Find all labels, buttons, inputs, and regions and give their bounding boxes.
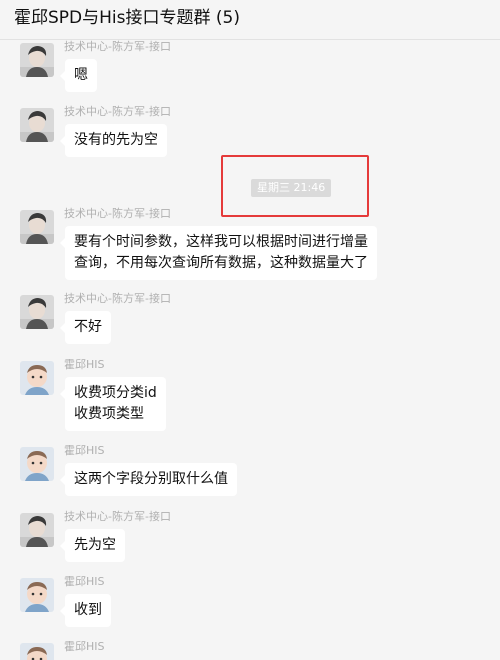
sender-name: 技术中心-陈方军-接口: [64, 207, 171, 220]
sender-name: 技术中心-陈方军-接口: [64, 510, 171, 523]
person-photo-avatar[interactable]: [20, 210, 54, 244]
baby-photo-avatar[interactable]: [20, 643, 54, 660]
message-bubble[interactable]: 这两个字段分别取什么值: [60, 463, 237, 496]
chat-header: 霍邱SPD与His接口专题群 (5): [0, 0, 500, 40]
message-bubble[interactable]: 先为空: [60, 529, 125, 562]
message-bubble[interactable]: 收到: [60, 594, 111, 627]
message-bubble[interactable]: 没有的先为空: [60, 124, 167, 157]
person-photo-avatar[interactable]: [20, 108, 54, 142]
person-photo-avatar[interactable]: [20, 295, 54, 329]
highlight-annotation: [221, 155, 369, 217]
sender-name: 霍邱HIS: [64, 444, 105, 457]
baby-photo-avatar[interactable]: [20, 447, 54, 481]
message-bubble[interactable]: 嗯: [60, 59, 97, 92]
message-list[interactable]: 技术中心-陈方军-接口 嗯 技术中心-陈方军-接口 没有的先为空 星期三 21:…: [0, 40, 500, 660]
sender-name: 霍邱HIS: [64, 575, 105, 588]
sender-name: 技术中心-陈方军-接口: [64, 40, 171, 53]
sender-name: 技术中心-陈方军-接口: [64, 292, 171, 305]
message-bubble[interactable]: 要有个时间参数，这样我可以根据时间进行增量 查询，不用每次查询所有数据，这种数据…: [60, 226, 377, 280]
sender-name: 技术中心-陈方军-接口: [64, 105, 171, 118]
baby-photo-avatar[interactable]: [20, 361, 54, 395]
group-title: 霍邱SPD与His接口专题群 (5): [14, 8, 240, 28]
person-photo-avatar[interactable]: [20, 513, 54, 547]
sender-name: 霍邱HIS: [64, 640, 105, 653]
message-bubble[interactable]: 收费项分类id 收费项类型: [60, 377, 166, 431]
message-bubble[interactable]: 不好: [60, 311, 111, 344]
baby-photo-avatar[interactable]: [20, 578, 54, 612]
sender-name: 霍邱HIS: [64, 358, 105, 371]
person-photo-avatar[interactable]: [20, 43, 54, 77]
